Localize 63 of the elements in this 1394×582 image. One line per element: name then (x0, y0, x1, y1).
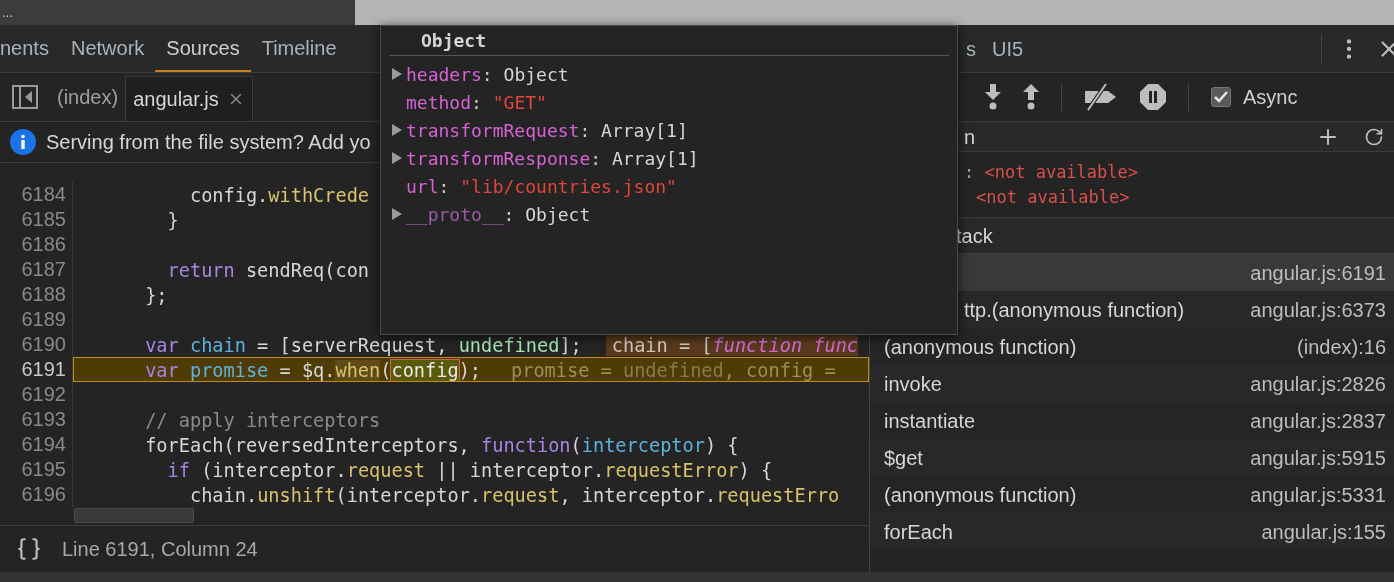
cursor-position: Line 6191, Column 24 (62, 537, 258, 562)
code-line: // apply interceptors (144, 409, 381, 431)
property-entry[interactable]: url: "lib/countries.json" (392, 172, 677, 200)
panel-tab[interactable]: nents (0, 25, 60, 72)
pause-on-exceptions-icon[interactable] (1140, 84, 1166, 110)
watch-expression: : <not available> (964, 160, 1139, 184)
line-number: 6185 (0, 207, 73, 232)
call-frame[interactable]: forEach angular.js:155 (870, 513, 1394, 550)
file-tab[interactable]: angular.js (125, 76, 253, 121)
line-number: 6194 (0, 432, 73, 457)
code-line: config.withCrede (188, 184, 370, 206)
expand-arrow-icon[interactable] (392, 208, 402, 220)
expand-arrow-icon[interactable] (392, 68, 402, 80)
call-frame[interactable]: invoke angular.js:2826 (870, 365, 1394, 402)
panel-tab[interactable]: Timeline (250, 25, 348, 72)
line-number: 6189 (0, 307, 73, 332)
code-line: chain.unshift(interceptor.request, interceptor.requestErro (188, 484, 840, 506)
property-entry[interactable]: transformResponse: Array[1] (392, 144, 699, 172)
code-line: if (interceptor.request || interceptor.requestError) { (166, 459, 773, 481)
code-line: var promise = $q.when(config); (144, 359, 482, 381)
line-number: 6190 (0, 332, 73, 357)
refresh-icon[interactable] (1364, 126, 1384, 147)
line-number: 6193 (0, 407, 73, 432)
code-line: forEach(reversedInterceptors, function(interceptor) { (144, 434, 739, 456)
popover-title: Object (421, 29, 487, 53)
deactivate-breakpoints-icon[interactable] (1084, 83, 1118, 111)
info-icon (10, 129, 36, 155)
line-number: 6196 (0, 482, 73, 507)
inline-value: chain = [function func (605, 333, 859, 356)
expand-arrow-icon[interactable] (392, 152, 402, 164)
code-line: } (166, 209, 179, 231)
property-entry[interactable]: method: "GET" (392, 88, 547, 116)
line-number: 6188 (0, 282, 73, 307)
code-line: var chain = [serverRequest, undefined]; (144, 334, 582, 356)
sidebar-toggle-icon[interactable] (12, 85, 38, 109)
window-title-bar: ... (0, 0, 355, 25)
panel-tab[interactable]: Network (59, 25, 156, 72)
inline-value: promise = undefined, config = (510, 359, 836, 381)
step-out-icon[interactable] (1023, 84, 1039, 110)
info-message: Serving from the file system? Add yo (46, 130, 371, 155)
line-number: 6195 (0, 457, 73, 482)
code-line: return sendReq(con (166, 259, 370, 281)
step-into-icon[interactable] (985, 84, 1001, 110)
line-number: 6184 (0, 182, 73, 207)
async-checkbox[interactable] (1211, 87, 1231, 107)
section-header[interactable]: n (964, 121, 976, 152)
line-number: 6186 (0, 232, 73, 257)
panel-tab[interactable]: s (966, 33, 992, 64)
watch-expression: <not available> (975, 185, 1131, 209)
file-tab[interactable]: (index) (50, 73, 126, 121)
property-entry[interactable]: headers: Object (392, 60, 569, 88)
code-line: }; (144, 284, 168, 306)
property-entry[interactable]: transformRequest: Array[1] (392, 116, 688, 144)
property-entry[interactable]: __proto__: Object (392, 200, 591, 228)
call-frame[interactable]: $get angular.js:5915 (870, 439, 1394, 476)
scrollbar-thumb[interactable] (74, 508, 194, 523)
line-number: 6192 (0, 382, 73, 407)
section-header[interactable]: tack (956, 220, 993, 251)
panel-tab[interactable]: UI5 (992, 33, 1040, 64)
line-number: 6187 (0, 257, 73, 282)
expand-arrow-icon[interactable] (392, 124, 402, 136)
async-label: Async (1243, 85, 1298, 110)
pretty-print-icon[interactable] (16, 536, 42, 562)
